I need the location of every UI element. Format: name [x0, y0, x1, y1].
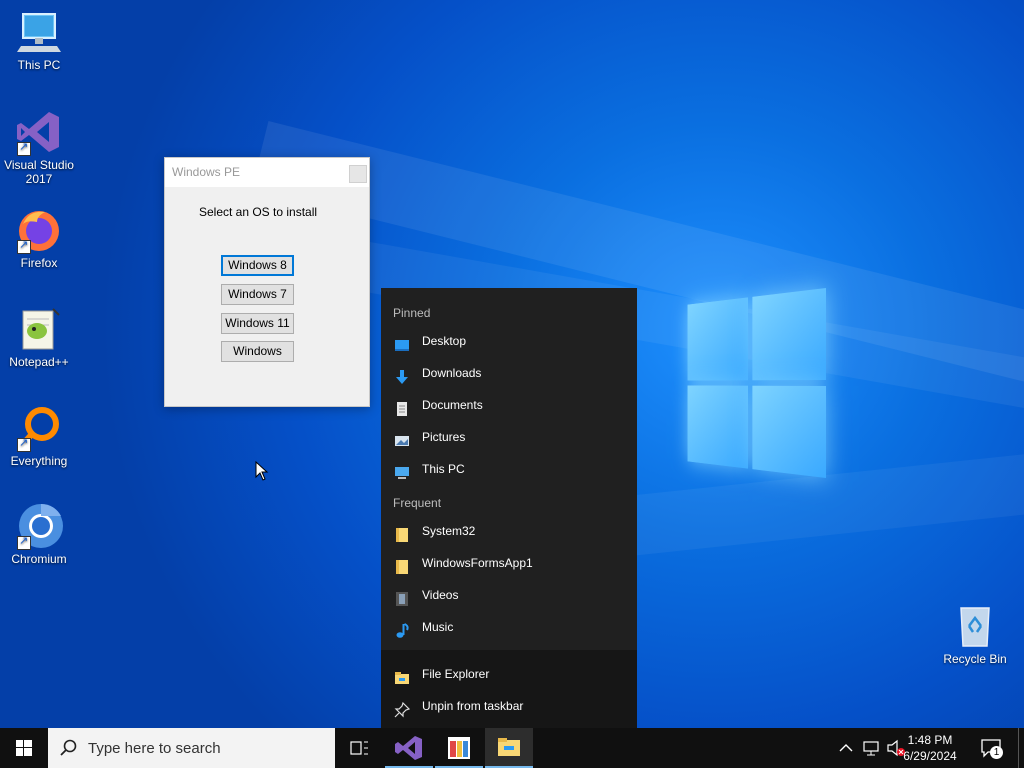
close-button[interactable] — [349, 165, 367, 183]
pinned-header: Pinned — [393, 306, 431, 320]
search-placeholder: Type here to search — [88, 740, 221, 757]
this-pc-icon — [15, 8, 63, 56]
file-explorer-icon — [394, 666, 410, 684]
action-center-button[interactable]: 1 — [980, 738, 1004, 760]
unpin-icon — [394, 698, 411, 718]
desktop-icon-label: Chromium — [11, 552, 67, 566]
task-view-icon — [350, 741, 368, 755]
desktop-icon-label: Notepad++ — [9, 355, 69, 369]
dialog-title: Windows PE — [172, 165, 241, 179]
windows-7-button[interactable]: Windows 7 — [221, 284, 294, 305]
film-icon — [394, 587, 410, 606]
jump-list-actions: File Explorer Unpin from taskbar — [381, 650, 637, 728]
frequent-header: Frequent — [393, 496, 442, 510]
desktop-icon-label: Everything — [10, 454, 68, 468]
task-view-button[interactable] — [335, 728, 383, 768]
unpin-from-taskbar-action[interactable]: Unpin from taskbar — [381, 690, 637, 722]
desktop-icon-label: Recycle Bin — [943, 652, 1007, 666]
firefox-icon — [15, 206, 63, 254]
jump-item-desktop[interactable]: Desktop — [381, 325, 637, 357]
jump-item-pictures[interactable]: Pictures — [381, 421, 637, 453]
file-explorer-icon — [498, 738, 520, 756]
taskbar-file-explorer[interactable] — [485, 728, 533, 768]
clock[interactable]: 1:48 PM 6/29/2024 — [900, 732, 960, 764]
taskbar-app-window[interactable] — [435, 728, 483, 768]
clock-date: 6/29/2024 — [903, 749, 957, 763]
windows-pe-dialog: Windows PE Select an OS to install Windo… — [164, 157, 370, 407]
jump-item-music[interactable]: Music — [381, 611, 637, 643]
taskbar-visual-studio[interactable] — [385, 728, 433, 768]
windows-wallpaper-logo — [687, 288, 826, 478]
desktop-icon-visual-studio[interactable]: Visual Studio 2017 — [0, 108, 78, 186]
file-explorer-jump-list: Pinned Desktop Downloads Documents Pictu… — [381, 288, 637, 728]
visual-studio-icon — [395, 736, 422, 760]
jump-item-documents[interactable]: Documents — [381, 389, 637, 421]
jump-item-this-pc[interactable]: This PC — [381, 453, 637, 485]
start-button[interactable] — [0, 728, 48, 768]
desktop-icon-label: Firefox — [20, 256, 58, 270]
folder-icon — [394, 523, 410, 542]
dialog-title-bar[interactable]: Windows PE — [165, 158, 369, 187]
windows-11-button[interactable]: Windows 11 — [221, 313, 294, 334]
download-arrow-icon — [394, 365, 410, 384]
network-icon[interactable] — [862, 739, 880, 757]
desktop-icon-label: This PC — [17, 58, 61, 72]
windows-button[interactable]: Windows — [221, 341, 294, 362]
chevron-up-icon[interactable] — [838, 740, 854, 756]
visual-studio-icon — [15, 108, 63, 156]
windows-8-button[interactable]: Windows 8 — [221, 255, 294, 276]
desktop-icon-chromium[interactable]: Chromium — [0, 502, 78, 566]
shortcut-arrow-icon — [17, 140, 31, 156]
application-window-icon — [448, 737, 470, 759]
document-icon — [394, 397, 410, 416]
clock-time: 1:48 PM — [907, 733, 953, 747]
desktop-folder-icon — [394, 333, 410, 351]
taskbar: Type here to search 1:48 PM 6/29/2024 1 — [0, 728, 1024, 768]
windows-start-icon — [16, 740, 32, 756]
jump-item-windowsformsapp1[interactable]: WindowsFormsApp1 — [381, 547, 637, 579]
desktop-icon-firefox[interactable]: Firefox — [0, 206, 78, 270]
jump-item-system32[interactable]: System32 — [381, 515, 637, 547]
file-explorer-action[interactable]: File Explorer — [381, 658, 637, 690]
everything-search-icon — [15, 404, 63, 452]
recycle-bin-icon — [951, 602, 999, 650]
desktop-icon-recycle-bin[interactable]: Recycle Bin — [936, 602, 1014, 666]
show-desktop-button[interactable] — [1018, 728, 1024, 768]
dialog-prompt: Select an OS to install — [198, 205, 318, 219]
folder-icon — [394, 555, 410, 574]
desktop: This PC Visual Studio 2017 Firefox — [0, 0, 1024, 728]
mouse-cursor-icon — [255, 460, 269, 481]
desktop-icon-this-pc[interactable]: This PC — [0, 8, 78, 72]
notification-badge: 1 — [990, 746, 1003, 759]
desktop-icon-label: Visual Studio 2017 — [4, 158, 74, 186]
chromium-icon — [15, 502, 63, 550]
notepad-plus-plus-icon — [15, 305, 63, 353]
search-box[interactable]: Type here to search — [48, 728, 335, 768]
search-icon — [60, 739, 77, 756]
music-note-icon — [394, 619, 410, 638]
desktop-icon-notepad-plus-plus[interactable]: Notepad++ — [0, 305, 78, 369]
desktop-icon-everything[interactable]: Everything — [0, 404, 78, 468]
computer-icon — [394, 461, 410, 479]
shortcut-arrow-icon — [17, 436, 31, 452]
shortcut-arrow-icon — [17, 238, 31, 254]
jump-item-downloads[interactable]: Downloads — [381, 357, 637, 389]
shortcut-arrow-icon — [17, 534, 31, 550]
pictures-icon — [394, 429, 410, 446]
jump-item-videos[interactable]: Videos — [381, 579, 637, 611]
